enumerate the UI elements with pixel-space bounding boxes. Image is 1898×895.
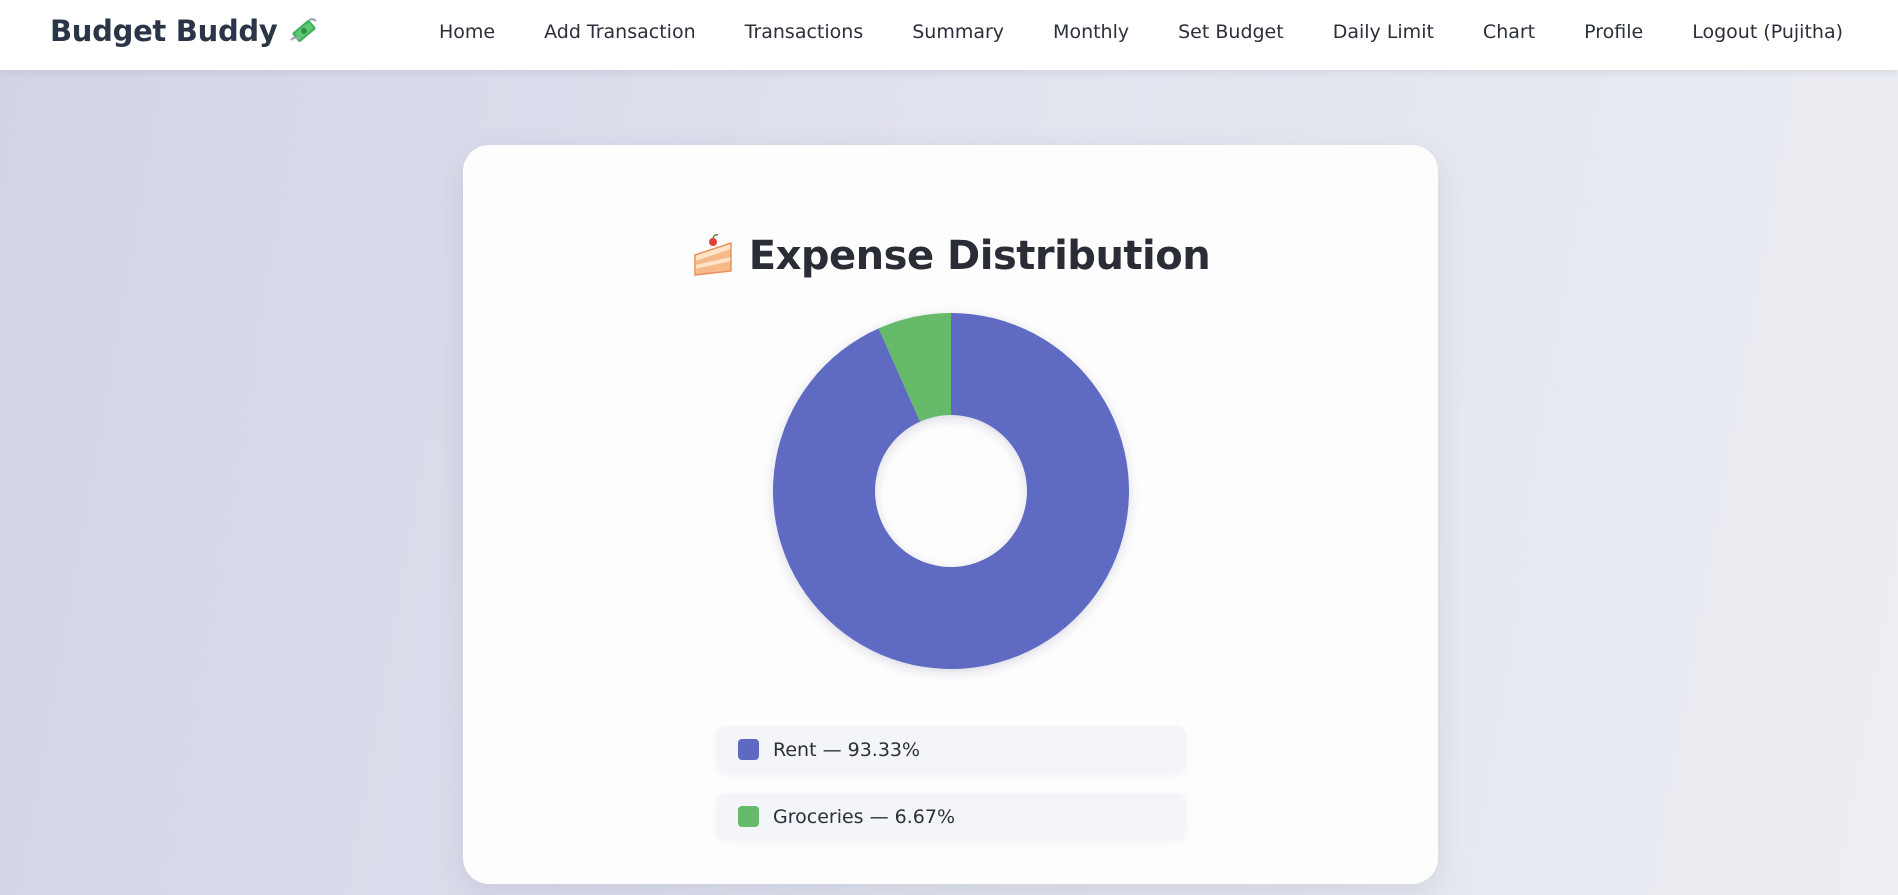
nav-daily-limit[interactable]: Daily Limit — [1333, 21, 1434, 43]
money-with-wings-icon — [290, 18, 318, 42]
legend-swatch-groceries — [738, 806, 759, 827]
brand-name: Budget Buddy — [50, 14, 278, 48]
chart-title: Expense Distribution — [748, 233, 1211, 279]
nav-monthly[interactable]: Monthly — [1053, 21, 1129, 43]
legend-label-rent: Rent — 93.33% — [773, 738, 921, 761]
chart-card: Expense Distribution Rent — 93.33% Groce… — [463, 145, 1438, 884]
nav-profile[interactable]: Profile — [1584, 21, 1643, 43]
nav-transactions[interactable]: Transactions — [745, 21, 864, 43]
legend-item-rent[interactable]: Rent — 93.33% — [716, 726, 1186, 773]
nav-chart[interactable]: Chart — [1483, 21, 1535, 43]
legend-label-groceries: Groceries — 6.67% — [773, 805, 955, 828]
top-navbar: Budget Buddy Home Add Transaction Transa… — [0, 0, 1898, 70]
nav-set-budget[interactable]: Set Budget — [1178, 21, 1284, 43]
nav-logout[interactable]: Logout (Pujitha) — [1692, 21, 1843, 43]
legend-item-groceries[interactable]: Groceries — 6.67% — [716, 793, 1186, 840]
doughnut-chart-svg — [773, 313, 1129, 669]
cake-slice-icon — [694, 234, 732, 276]
nav-add-transaction[interactable]: Add Transaction — [544, 21, 696, 43]
nav-summary[interactable]: Summary — [912, 21, 1004, 43]
chart-header: Expense Distribution — [463, 233, 1438, 279]
nav-links: Home Add Transaction Transactions Summar… — [439, 0, 1843, 64]
doughnut-chart — [773, 313, 1129, 669]
legend-swatch-rent — [738, 739, 759, 760]
brand-logo[interactable]: Budget Buddy — [50, 14, 319, 48]
nav-home[interactable]: Home — [439, 21, 495, 43]
